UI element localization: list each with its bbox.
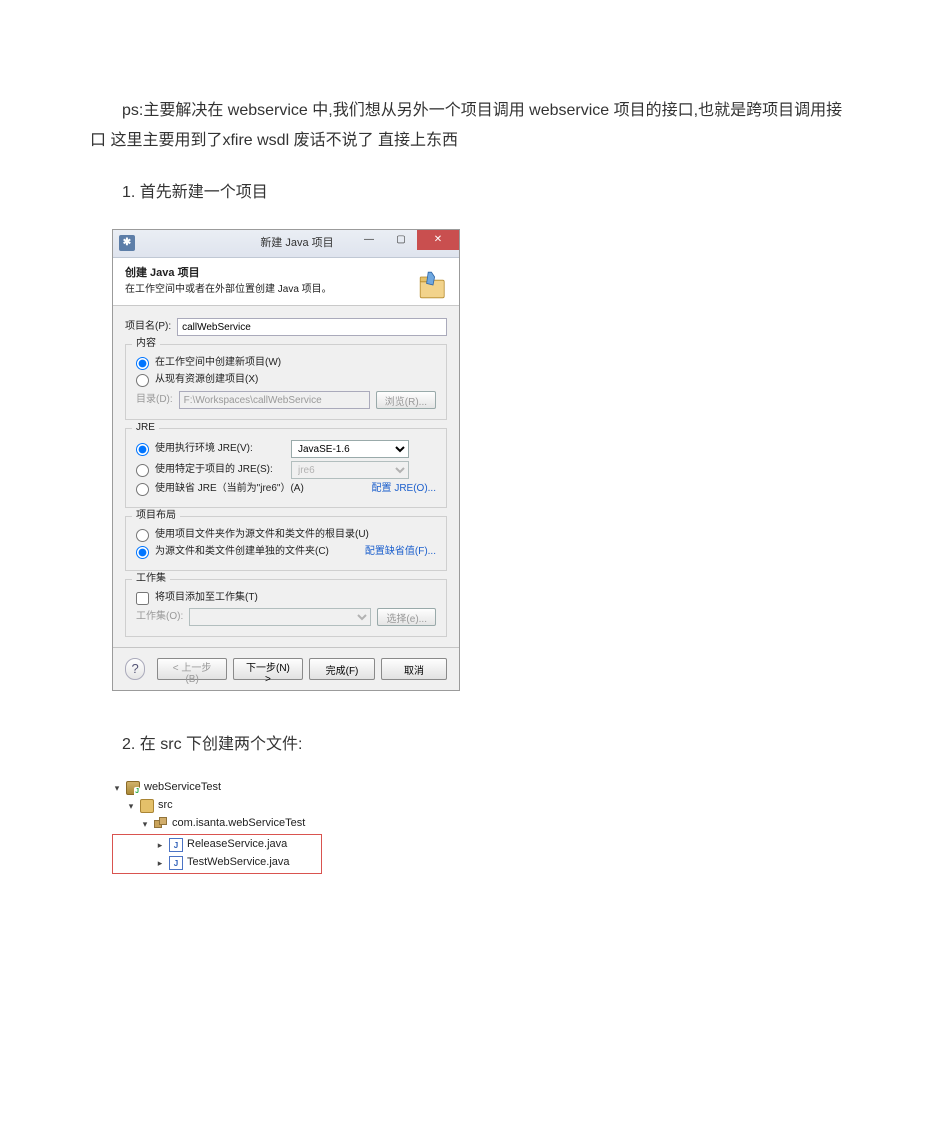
java-file-icon <box>169 838 183 852</box>
project-name-label: 项目名(P): <box>125 320 171 334</box>
dialog-new-java-project: ✱ 新建 Java 项目 — ▢ ✕ 创建 Java 项目 在工作空间中或者在外… <box>112 229 460 691</box>
folder-wizard-icon <box>417 268 449 302</box>
configure-jre-link[interactable]: 配置 JRE(O)... <box>372 482 436 496</box>
configure-default-link[interactable]: 配置缺省值(F)... <box>365 545 436 559</box>
banner-subtitle: 在工作空间中或者在外部位置创建 Java 项目。 <box>125 283 447 297</box>
highlighted-files-box: ReleaseService.java TestWebService.java <box>112 834 322 874</box>
tree-project-row[interactable]: webServiceTest <box>112 779 322 797</box>
maximize-button[interactable]: ▢ <box>385 230 417 250</box>
checkbox-add-to-working-set[interactable] <box>136 592 149 605</box>
expand-icon[interactable] <box>112 783 122 793</box>
banner-title: 创建 Java 项目 <box>125 266 447 281</box>
radio-default-jre-label: 使用缺省 JRE（当前为"jre6"）(A) <box>155 482 304 496</box>
dialog-titlebar: ✱ 新建 Java 项目 — ▢ ✕ <box>113 230 459 258</box>
radio-separate-folders[interactable] <box>136 546 149 559</box>
radio-exec-env-jre[interactable] <box>136 443 149 456</box>
source-folder-icon <box>140 799 154 813</box>
eclipse-icon: ✱ <box>119 235 135 251</box>
dialog-banner: 创建 Java 项目 在工作空间中或者在外部位置创建 Java 项目。 <box>113 258 459 306</box>
tree-file-label: TestWebService.java <box>187 855 290 870</box>
next-button[interactable]: 下一步(N) > <box>233 658 303 680</box>
expand-icon[interactable] <box>140 819 150 829</box>
java-file-icon <box>169 856 183 870</box>
tree-package-label: com.isanta.webServiceTest <box>172 816 305 831</box>
radio-project-specific-jre-label: 使用特定于项目的 JRE(S): <box>155 463 285 477</box>
project-name-input[interactable] <box>177 318 447 336</box>
tree-file-label: ReleaseService.java <box>187 837 287 852</box>
tree-file-row[interactable]: ReleaseService.java <box>141 836 319 854</box>
project-tree: webServiceTest src com.isanta.webService… <box>112 779 322 874</box>
directory-label: 目录(D): <box>136 393 173 407</box>
checkbox-add-to-working-set-label: 将项目添加至工作集(T) <box>155 591 258 605</box>
radio-exec-env-jre-label: 使用执行环境 JRE(V): <box>155 442 285 456</box>
tree-package-row[interactable]: com.isanta.webServiceTest <box>112 815 322 833</box>
close-button[interactable]: ✕ <box>417 230 459 250</box>
project-specific-jre-select: jre6 <box>291 461 409 479</box>
tree-src-row[interactable]: src <box>112 797 322 815</box>
intro-paragraph: ps:主要解决在 webservice 中,我们想从另外一个项目调用 webse… <box>90 96 855 157</box>
expand-icon[interactable] <box>155 840 165 850</box>
minimize-button[interactable]: — <box>353 230 385 250</box>
tree-src-label: src <box>158 798 173 813</box>
working-set-legend: 工作集 <box>132 572 170 586</box>
back-button: < 上一步(B) <box>157 658 227 680</box>
radio-create-in-workspace[interactable] <box>136 357 149 370</box>
jre-legend: JRE <box>132 421 159 435</box>
radio-project-specific-jre[interactable] <box>136 464 149 477</box>
browse-button: 浏览(R)... <box>376 391 436 409</box>
expand-icon[interactable] <box>155 858 165 868</box>
cancel-button[interactable]: 取消 <box>381 658 447 680</box>
expand-icon[interactable] <box>126 801 136 811</box>
radio-create-from-existing[interactable] <box>136 374 149 387</box>
tree-project-label: webServiceTest <box>144 780 221 795</box>
jre-group: JRE 使用执行环境 JRE(V): JavaSE-1.6 使用特定于项目的 J… <box>125 428 447 508</box>
content-legend: 内容 <box>132 337 160 351</box>
radio-use-project-root[interactable] <box>136 529 149 542</box>
java-project-icon <box>126 781 140 795</box>
radio-default-jre[interactable] <box>136 483 149 496</box>
finish-button[interactable]: 完成(F) <box>309 658 375 680</box>
exec-env-jre-select[interactable]: JavaSE-1.6 <box>291 440 409 458</box>
working-set-label: 工作集(O): <box>136 610 183 624</box>
radio-create-from-existing-label: 从现有资源创建项目(X) <box>155 373 258 387</box>
project-layout-legend: 项目布局 <box>132 509 180 523</box>
content-group: 内容 在工作空间中创建新项目(W) 从现有资源创建项目(X) 目录(D): 浏览… <box>125 344 447 420</box>
package-icon <box>154 817 168 831</box>
tree-file-row[interactable]: TestWebService.java <box>141 854 319 872</box>
radio-separate-folders-label: 为源文件和类文件创建单独的文件夹(C) <box>155 545 329 559</box>
help-button[interactable]: ? <box>125 658 145 680</box>
radio-create-in-workspace-label: 在工作空间中创建新项目(W) <box>155 356 281 370</box>
project-layout-group: 项目布局 使用项目文件夹作为源文件和类文件的根目录(U) 为源文件和类文件创建单… <box>125 516 447 571</box>
radio-use-project-root-label: 使用项目文件夹作为源文件和类文件的根目录(U) <box>155 528 369 542</box>
directory-input <box>179 391 370 409</box>
working-set-group: 工作集 将项目添加至工作集(T) 工作集(O): 选择(e)... <box>125 579 447 637</box>
step-2-heading: 2. 在 src 下创建两个文件: <box>122 729 855 761</box>
working-set-select <box>189 608 371 626</box>
step-1-heading: 1. 首先新建一个项目 <box>122 177 855 209</box>
working-set-select-button: 选择(e)... <box>377 608 436 626</box>
